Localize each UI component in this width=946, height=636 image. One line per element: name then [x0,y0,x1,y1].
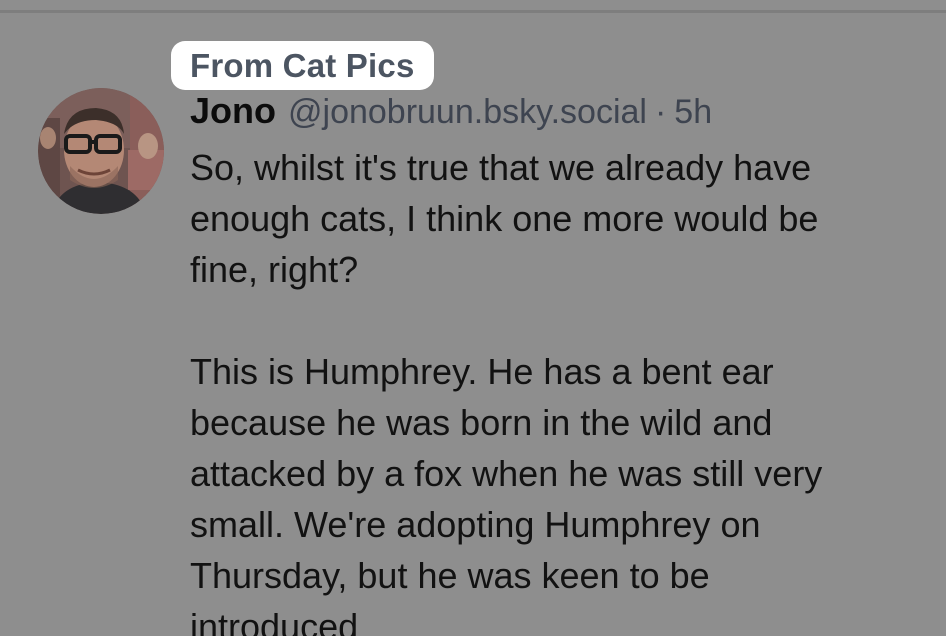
header-separator: · [654,93,667,131]
feed-source-label: From Cat Pics [190,46,415,84]
post-page: From Cat Pics Jono @jonobruun.bsky.socia… [0,0,946,636]
author-handle[interactable]: @jonobruun.bsky.social [288,93,647,132]
post-header: Jono @jonobruun.bsky.social · 5h [190,90,712,136]
post-timestamp[interactable]: 5h [674,93,712,132]
author-display-name[interactable]: Jono [190,90,276,132]
top-divider [0,10,946,13]
post-paragraph-2: This is Humphrey. He has a bent ear beca… [190,351,823,636]
post-text[interactable]: So, whilst it's true that we already hav… [190,142,920,636]
post-paragraph-1: So, whilst it's true that we already hav… [190,147,819,290]
user-avatar-photo-icon [38,88,164,214]
avatar[interactable] [38,88,164,214]
feed-source-badge[interactable]: From Cat Pics [171,41,434,90]
